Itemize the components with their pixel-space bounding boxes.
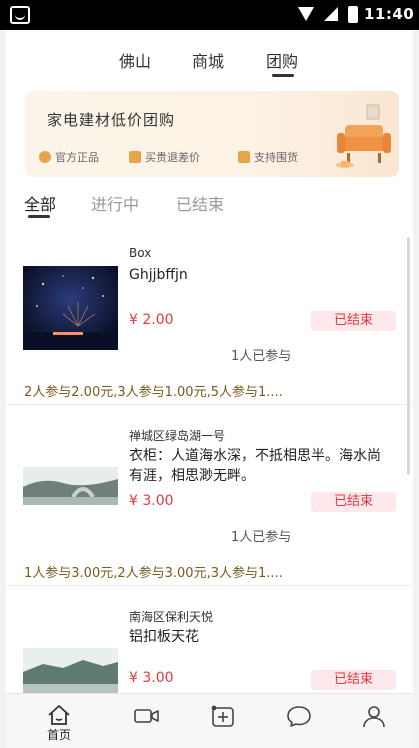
app-notification-icon [10, 6, 30, 24]
item-address: Box [129, 246, 152, 260]
nav-home-label: 首页 [46, 728, 71, 742]
checklist-icon [238, 151, 250, 163]
promo-banner[interactable]: 家电建材低价团购 官方正品 买贵退差价 支持围货 [25, 91, 399, 177]
tier-rules: 2人参与2.00元,3人参与1.00元,5人参与1.... [24, 385, 283, 400]
item-price: ¥ 2.00 [129, 312, 174, 328]
publish-icon [211, 705, 234, 727]
badge-icon [39, 151, 51, 163]
tab-group-buy[interactable]: 团购 [266, 48, 298, 72]
item-title: Ghjjbffjn [129, 267, 188, 283]
feature-label: 官方正品 [55, 151, 99, 164]
feature-genuine: 官方正品 [39, 149, 99, 165]
item-title: 铝扣板天花 [129, 629, 199, 645]
filter-all[interactable]: 全部 [24, 191, 56, 215]
item-thumbnail [23, 266, 118, 350]
list-item[interactable]: 南海区保利天悦 铝扣板天花 ¥ 3.00 已结束 [6, 587, 413, 693]
participants-count: 1人已参与 [231, 530, 292, 545]
item-price: ¥ 3.00 [129, 493, 174, 509]
feature-label: 买贵退差价 [145, 151, 200, 164]
item-address: 南海区保利天悦 [129, 610, 214, 624]
active-filter-indicator [28, 215, 50, 218]
wallet-icon [129, 151, 141, 163]
participants-count: 1人已参与 [231, 349, 292, 364]
tier-rules: 1人参与3.00元,2人参与3.00元,3人参与1.... [24, 566, 283, 581]
nav-publish[interactable] [182, 694, 262, 748]
feature-price-refund: 买贵退差价 [129, 149, 200, 165]
signal-icon [324, 7, 338, 21]
banner-section: 家电建材低价团购 官方正品 买贵退差价 支持围货 [6, 85, 413, 180]
feature-stock: 支持围货 [238, 149, 298, 165]
item-thumbnail [23, 628, 118, 693]
nav-profile[interactable] [333, 694, 413, 748]
tab-foshan[interactable]: 佛山 [119, 48, 151, 72]
video-icon [134, 709, 159, 723]
filter-bar: 全部 进行中 已结束 [6, 180, 413, 225]
scrollbar[interactable] [407, 237, 410, 475]
banner-title: 家电建材低价团购 [47, 111, 176, 129]
nav-home[interactable]: 首页 [19, 694, 99, 748]
filter-in-progress[interactable]: 进行中 [91, 191, 139, 215]
item-price: ¥ 3.00 [129, 670, 174, 686]
wifi-icon [298, 7, 314, 21]
nav-messages[interactable] [258, 694, 338, 748]
item-title: 衣柜：人道海水深，不抵相思半。海水尚有涯，相思渺无畔。 [129, 448, 381, 484]
status-bar: 11:40 [0, 0, 419, 30]
message-icon [287, 706, 311, 727]
nav-video[interactable] [106, 694, 186, 748]
status-badge: 已结束 [311, 670, 396, 690]
profile-icon [363, 706, 385, 728]
bottom-navigation: 首页 [6, 693, 413, 748]
status-badge: 已结束 [311, 311, 396, 331]
status-badge: 已结束 [311, 492, 396, 512]
home-icon [48, 705, 70, 725]
active-tab-indicator [272, 74, 294, 77]
sofa-illustration [336, 104, 391, 168]
filter-ended[interactable]: 已结束 [176, 191, 224, 215]
tab-mall[interactable]: 商城 [192, 48, 224, 72]
group-buy-list: Box Ghjjbffjn ¥ 2.00 已结束 1人已参与 2人参与2.00元… [6, 225, 413, 693]
status-time: 11:40 [364, 5, 415, 23]
feature-label: 支持围货 [254, 151, 298, 164]
battery-icon [348, 6, 358, 23]
list-item[interactable]: Box Ghjjbffjn ¥ 2.00 已结束 1人已参与 2人参与2.00元… [6, 225, 413, 405]
item-thumbnail [23, 447, 118, 531]
item-address: 禅城区绿岛湖一号 [129, 429, 226, 443]
list-item[interactable]: 禅城区绿岛湖一号 衣柜：人道海水深，不抵相思半。海水尚有涯，相思渺无畔。 ¥ 3… [6, 406, 413, 586]
top-navigation: 佛山 商城 团购 [6, 30, 413, 85]
